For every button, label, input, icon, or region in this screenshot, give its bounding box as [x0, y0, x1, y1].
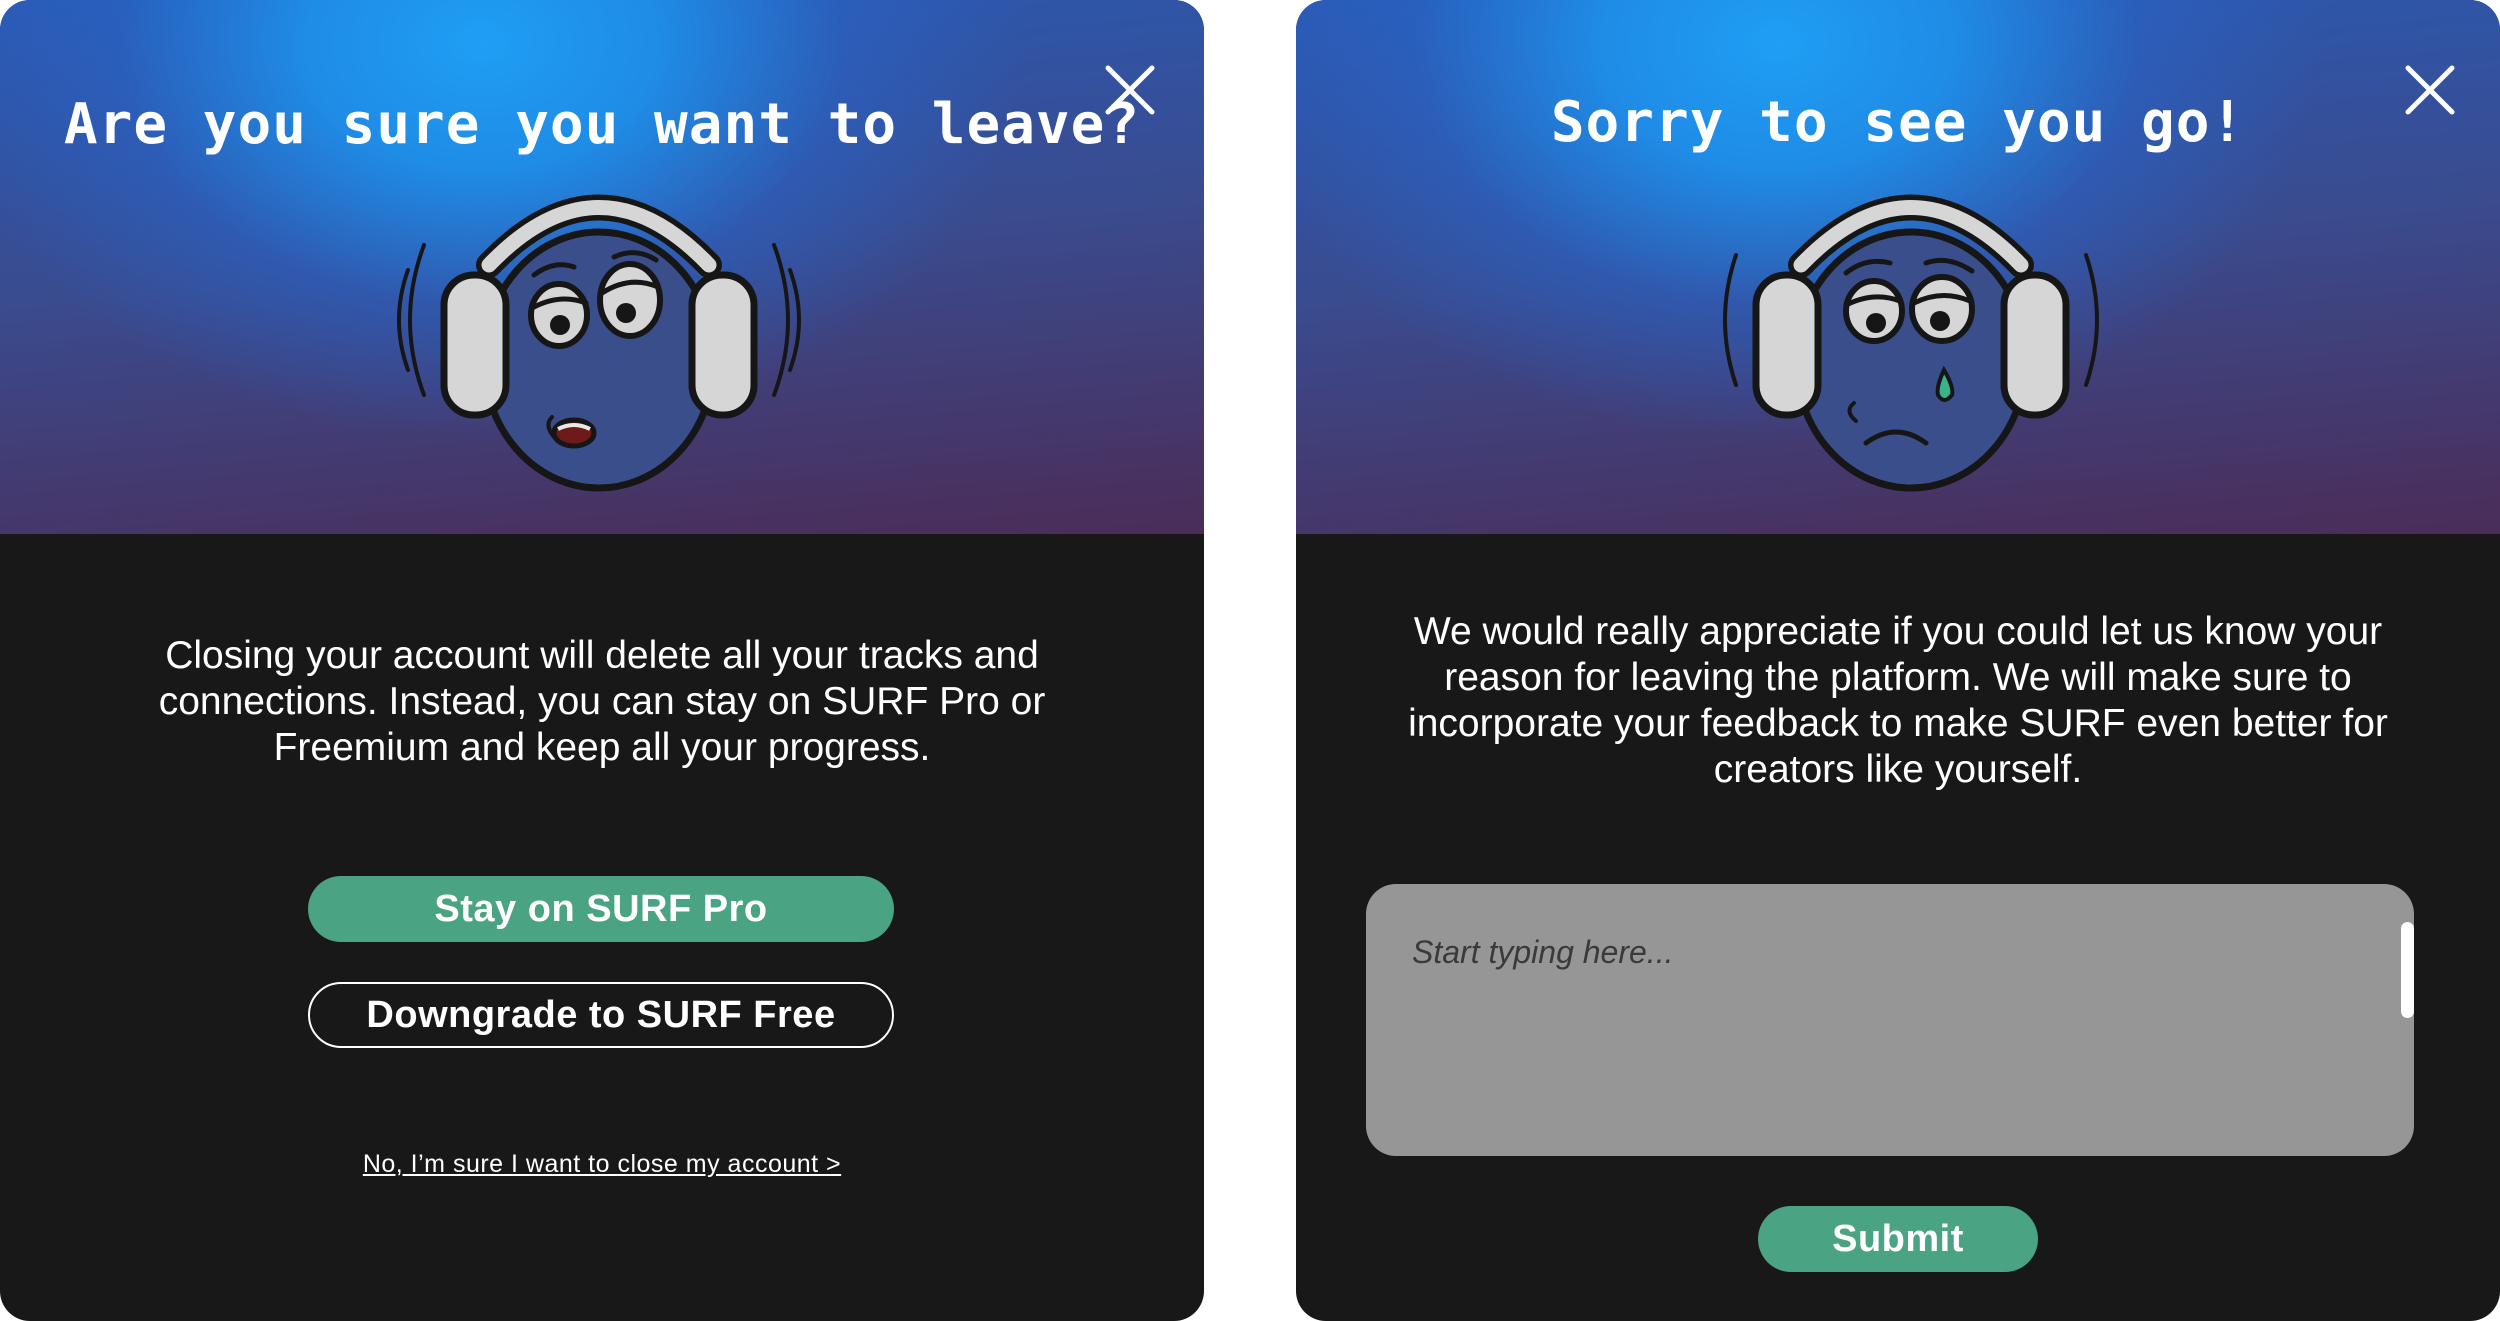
crying-face-headphones-icon	[1723, 194, 2099, 492]
leave-confirmation-modal: Are you sure you want to leave? Closing …	[0, 0, 1204, 1321]
worried-face-headphones-icon	[397, 194, 801, 492]
submit-button[interactable]: Submit	[1758, 1206, 2038, 1272]
downgrade-label: Downgrade to SURF Free	[366, 993, 836, 1036]
stay-on-pro-label: Stay on SURF Pro	[434, 887, 768, 930]
downgrade-button[interactable]: Downgrade to SURF Free	[308, 982, 894, 1048]
feedback-modal: Sorry to see you go! We would really app…	[1296, 0, 2500, 1321]
close-account-link[interactable]: No, I’m sure I want to close my account …	[0, 1150, 1204, 1179]
stay-on-pro-button[interactable]: Stay on SURF Pro	[308, 876, 894, 942]
close-icon	[2405, 65, 2455, 115]
submit-label: Submit	[1832, 1217, 1964, 1260]
feedback-request-message: We would really appreciate if you could …	[1408, 610, 2388, 791]
close-icon	[1105, 65, 1155, 115]
hero-banner: Sorry to see you go!	[1296, 0, 2500, 534]
close-button[interactable]	[1102, 62, 1158, 118]
warning-message: Closing your account will delete all you…	[158, 634, 1046, 769]
feedback-textarea[interactable]	[1366, 884, 2414, 1156]
modal-title: Are you sure you want to leave?	[63, 92, 1141, 157]
close-button[interactable]	[2402, 62, 2458, 118]
scrollbar-thumb[interactable]	[2401, 922, 2414, 1018]
feedback-textarea-container	[1366, 884, 2414, 1156]
hero-banner: Are you sure you want to leave?	[0, 0, 1204, 534]
modal-title: Sorry to see you go!	[1550, 90, 2246, 155]
